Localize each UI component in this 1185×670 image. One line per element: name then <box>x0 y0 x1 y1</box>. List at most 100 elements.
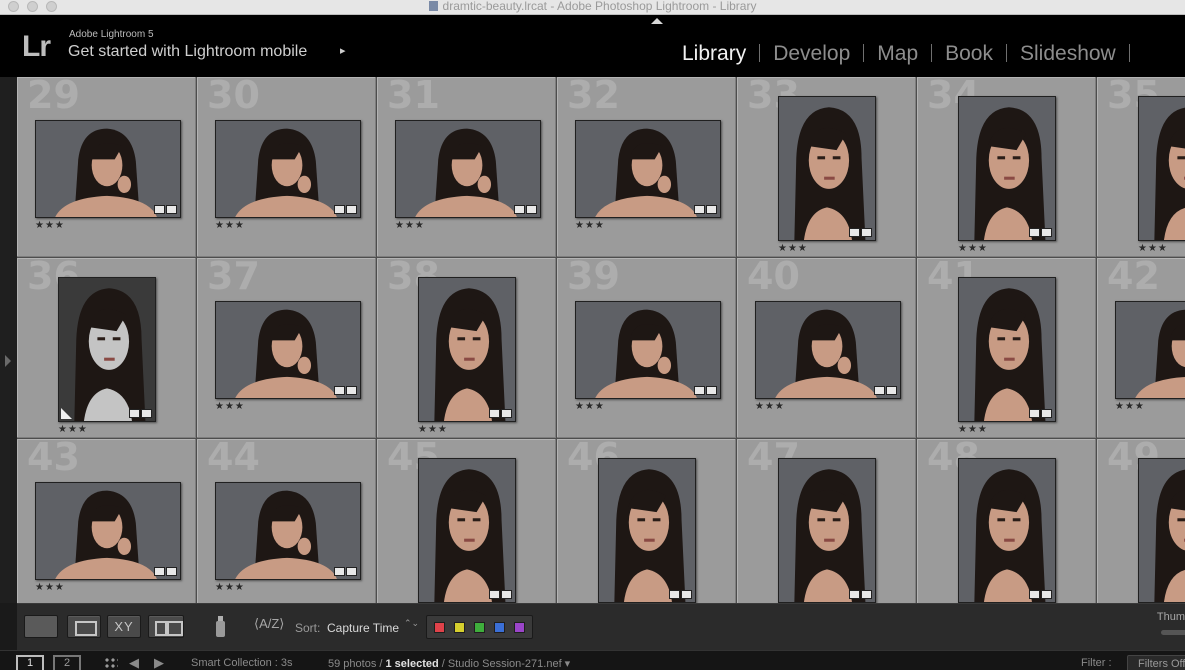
photo-thumbnail[interactable] <box>755 301 901 399</box>
grid-cell[interactable]: 47★★★ <box>737 439 916 603</box>
sort-direction-button[interactable]: ⟨A/Z⟩ <box>254 616 284 632</box>
grid-cell[interactable]: 29 ★★★ <box>17 77 196 257</box>
thumbnail-grid[interactable]: 29 ★★★ 30 ★★★ 31 ★★★ 32 ★★★ 33 ★★★ 34 ★★★ 35 ★★★ 36 ★★★… <box>17 77 1185 603</box>
star-rating[interactable]: ★★★ <box>35 221 65 231</box>
painter-icon[interactable] <box>214 614 226 638</box>
metadata-badge-icon[interactable] <box>514 205 525 214</box>
collapse-top-panel-icon[interactable] <box>651 18 663 24</box>
metadata-badge-icon[interactable] <box>694 386 705 395</box>
metadata-badge-icon[interactable] <box>849 590 860 599</box>
metadata-badge-icon[interactable] <box>1029 590 1040 599</box>
develop-adjusted-badge-icon[interactable] <box>166 205 177 214</box>
photo-thumbnail[interactable] <box>395 120 541 218</box>
metadata-badge-icon[interactable] <box>849 228 860 237</box>
back-arrow-icon[interactable]: ◀ <box>129 655 139 670</box>
expand-left-panel-icon[interactable] <box>5 355 11 367</box>
compare-view-button[interactable]: XY <box>107 615 141 638</box>
mobile-arrow-icon[interactable]: ▸ <box>340 44 346 57</box>
module-map[interactable]: Map <box>877 40 918 68</box>
metadata-badge-icon[interactable] <box>334 567 345 576</box>
loupe-view-button[interactable] <box>67 615 101 638</box>
metadata-badge-icon[interactable] <box>334 386 345 395</box>
grid-view-button[interactable] <box>24 615 58 638</box>
grid-cell[interactable]: 30 ★★★ <box>197 77 376 257</box>
survey-view-button[interactable] <box>148 615 184 638</box>
photo-thumbnail[interactable] <box>418 277 516 422</box>
develop-adjusted-badge-icon[interactable] <box>706 386 717 395</box>
color-label-red[interactable] <box>434 622 445 633</box>
grid-cell[interactable]: 35 ★★★ <box>1097 77 1185 257</box>
develop-adjusted-badge-icon[interactable] <box>861 228 872 237</box>
grid-cell[interactable]: 48★★★ <box>917 439 1096 603</box>
star-rating[interactable]: ★★★ <box>755 402 785 412</box>
thumbnail-size-slider[interactable] <box>1161 630 1185 635</box>
grid-cell[interactable]: 38 ★★★ <box>377 258 556 438</box>
metadata-badge-icon[interactable] <box>669 590 680 599</box>
grid-cell[interactable]: 45★★★ <box>377 439 556 603</box>
develop-adjusted-badge-icon[interactable] <box>526 205 537 214</box>
module-develop[interactable]: Develop <box>773 40 850 68</box>
grid-icon[interactable] <box>104 657 118 669</box>
star-rating[interactable]: ★★★ <box>1115 402 1145 412</box>
main-window-button[interactable]: 1 <box>16 655 44 670</box>
grid-cell[interactable]: 44 ★★★ <box>197 439 376 603</box>
forward-arrow-icon[interactable]: ▶ <box>154 655 164 670</box>
sort-criteria-select[interactable]: Capture Time <box>327 621 399 635</box>
grid-cell[interactable]: 40 ★★★ <box>737 258 916 438</box>
develop-adjusted-badge-icon[interactable] <box>706 205 717 214</box>
star-rating[interactable]: ★★★ <box>418 425 448 435</box>
left-panel-collapsed[interactable] <box>0 77 17 603</box>
star-rating[interactable]: ★★★ <box>575 402 605 412</box>
source-collection[interactable]: Smart Collection : 3s <box>191 657 292 669</box>
develop-adjusted-badge-icon[interactable] <box>166 567 177 576</box>
color-label-green[interactable] <box>474 622 485 633</box>
develop-adjusted-badge-icon[interactable] <box>1041 228 1052 237</box>
metadata-badge-icon[interactable] <box>334 205 345 214</box>
star-rating[interactable]: ★★★ <box>215 402 245 412</box>
develop-adjusted-badge-icon[interactable] <box>141 409 152 418</box>
module-library[interactable]: Library <box>682 40 746 68</box>
grid-cell[interactable]: 46★★★ <box>557 439 736 603</box>
star-rating[interactable]: ★★★ <box>1138 244 1168 254</box>
sort-caret-icon[interactable]: ⌃⌄ <box>404 619 419 628</box>
develop-adjusted-badge-icon[interactable] <box>346 205 357 214</box>
photo-thumbnail[interactable] <box>1115 301 1185 399</box>
photo-thumbnail[interactable] <box>958 277 1056 422</box>
photo-count[interactable]: 59 photos / 1 selected / Studio Session-… <box>328 657 570 670</box>
star-rating[interactable]: ★★★ <box>958 244 988 254</box>
develop-adjusted-badge-icon[interactable] <box>886 386 897 395</box>
grid-cell[interactable]: 37 ★★★ <box>197 258 376 438</box>
photo-thumbnail[interactable] <box>598 458 696 603</box>
photo-thumbnail[interactable] <box>778 96 876 241</box>
metadata-badge-icon[interactable] <box>154 567 165 576</box>
grid-cell[interactable]: 33 ★★★ <box>737 77 916 257</box>
metadata-badge-icon[interactable] <box>874 386 885 395</box>
star-rating[interactable]: ★★★ <box>215 583 245 593</box>
photo-thumbnail[interactable] <box>418 458 516 603</box>
star-rating[interactable]: ★★★ <box>778 244 808 254</box>
photo-thumbnail[interactable] <box>58 277 156 422</box>
grid-cell[interactable]: 42 ★★★ <box>1097 258 1185 438</box>
photo-thumbnail[interactable] <box>215 120 361 218</box>
metadata-badge-icon[interactable] <box>489 409 500 418</box>
star-rating[interactable]: ★★★ <box>58 425 88 435</box>
metadata-badge-icon[interactable] <box>1029 228 1040 237</box>
star-rating[interactable]: ★★★ <box>35 583 65 593</box>
metadata-badge-icon[interactable] <box>694 205 705 214</box>
photo-thumbnail[interactable] <box>1138 96 1185 241</box>
photo-thumbnail[interactable] <box>35 482 181 580</box>
photo-thumbnail[interactable] <box>778 458 876 603</box>
grid-cell[interactable]: 32 ★★★ <box>557 77 736 257</box>
photo-thumbnail[interactable] <box>215 301 361 399</box>
develop-adjusted-badge-icon[interactable] <box>1041 590 1052 599</box>
photo-thumbnail[interactable] <box>958 458 1056 603</box>
photo-thumbnail[interactable] <box>575 120 721 218</box>
metadata-badge-icon[interactable] <box>154 205 165 214</box>
grid-cell[interactable]: 49★★★ <box>1097 439 1185 603</box>
module-book[interactable]: Book <box>945 40 993 68</box>
develop-adjusted-badge-icon[interactable] <box>681 590 692 599</box>
color-label-blue[interactable] <box>494 622 505 633</box>
star-rating[interactable]: ★★★ <box>958 425 988 435</box>
develop-adjusted-badge-icon[interactable] <box>501 590 512 599</box>
star-rating[interactable]: ★★★ <box>395 221 425 231</box>
